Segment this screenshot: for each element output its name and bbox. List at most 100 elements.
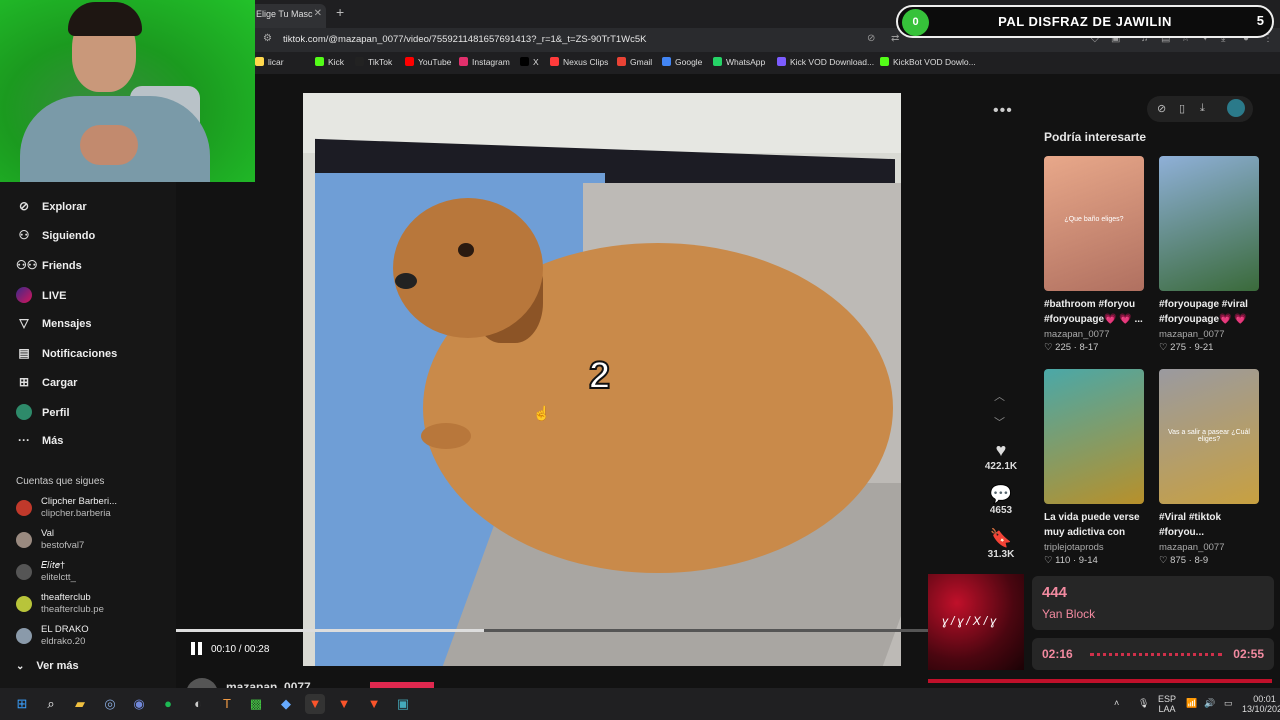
song-redline bbox=[928, 679, 1272, 683]
live-icon bbox=[16, 286, 32, 303]
recommend-stats: ♡ 875 · 8-9 bbox=[1159, 555, 1209, 566]
site-info-icon[interactable]: ⚙ bbox=[263, 33, 272, 44]
recommend-description[interactable]: #bathroom #foryou #foryoupage💗 💗 ... bbox=[1044, 297, 1144, 327]
recommend-card[interactable]: La vida puede verse muy adictiva con el.… bbox=[1044, 369, 1144, 566]
recommend-card[interactable]: ¿Que baño eliges? #bathroom #foryou #fory… bbox=[1044, 156, 1144, 353]
xbox-icon[interactable]: ▩ bbox=[246, 694, 266, 714]
account-avatar bbox=[16, 532, 32, 548]
battery-icon[interactable]: ▭ bbox=[1224, 698, 1233, 708]
bookmark-item[interactable]: Gmail bbox=[617, 57, 652, 67]
recommend-thumbnail[interactable] bbox=[1159, 156, 1259, 291]
app-icon[interactable]: ◐ bbox=[188, 694, 208, 714]
sidebar-item-siguiendo[interactable]: ⚇ Siguiendo bbox=[16, 228, 96, 250]
volume-icon[interactable]: 🔊 bbox=[1204, 698, 1215, 708]
recommend-author[interactable]: mazapan_0077 bbox=[1159, 329, 1259, 340]
user-follow-icon: ⚇ bbox=[18, 228, 30, 243]
bookmark-item[interactable]: Kick bbox=[315, 57, 344, 67]
bookmark-item[interactable]: Instagram bbox=[459, 57, 510, 67]
recommend-card[interactable]: #foryoupage #viral #foryoupage💗 💗 mazapan… bbox=[1159, 156, 1259, 353]
account-handle: elitelctt_ bbox=[41, 572, 76, 583]
sidebar-item-label: Explorar bbox=[42, 201, 87, 213]
recommend-author[interactable]: mazapan_0077 bbox=[1159, 542, 1259, 553]
pause-icon[interactable] bbox=[191, 642, 203, 655]
app-icon-2[interactable]: ▣ bbox=[393, 694, 413, 714]
prev-video-icon[interactable]: ︿ bbox=[994, 388, 1005, 404]
sidebar-item-friends[interactable]: ⚇⚇ Friends bbox=[16, 258, 82, 280]
sidebar-item-explorar[interactable]: ⊘ Explorar bbox=[16, 199, 87, 221]
next-video-icon[interactable]: ﹀ bbox=[994, 414, 1005, 430]
bookmark-item[interactable]: X bbox=[520, 57, 539, 67]
chrome-icon[interactable]: ◎ bbox=[100, 694, 120, 714]
search-icon[interactable]: ⌕ bbox=[41, 694, 61, 714]
comment-icon[interactable]: 💬 bbox=[975, 484, 1027, 505]
heart-icon[interactable]: ♥ bbox=[975, 440, 1027, 461]
song-title: 444 bbox=[1042, 584, 1068, 601]
user-avatar-icon[interactable] bbox=[1227, 99, 1245, 117]
sidebar-item-cargar[interactable]: ⊞ Cargar bbox=[16, 374, 78, 397]
bookmark-item[interactable]: WhatsApp bbox=[713, 57, 765, 67]
brave-icon-3[interactable]: ▼ bbox=[364, 694, 384, 714]
windows-start-icon[interactable]: ⊞ bbox=[12, 694, 32, 714]
sidebar-item-live[interactable]: LIVE bbox=[16, 286, 66, 309]
recommend-card[interactable]: Vas a salir a pasear ¿Cuál eliges? #Viral… bbox=[1159, 369, 1259, 566]
file-explorer-icon[interactable]: ▰ bbox=[70, 694, 90, 714]
download-small-icon[interactable]: ⤓ bbox=[1200, 102, 1205, 115]
close-tab-icon[interactable]: ✕ bbox=[314, 4, 322, 24]
video-progress-bar[interactable] bbox=[176, 629, 928, 632]
bookmark-item[interactable]: YouTube bbox=[405, 57, 451, 67]
recommend-description[interactable]: #foryoupage #viral #foryoupage💗 💗 bbox=[1159, 297, 1259, 327]
brave-browser-icon[interactable]: ▼ bbox=[305, 694, 325, 714]
new-tab-icon[interactable]: + bbox=[336, 4, 344, 20]
like-action[interactable]: ♥ 422.1K bbox=[975, 440, 1027, 472]
bookmark-item[interactable]: Google bbox=[662, 57, 702, 67]
discord-icon[interactable]: ◉ bbox=[129, 694, 149, 714]
video-player[interactable]: 2 bbox=[303, 93, 901, 666]
sidebar-item-perfil[interactable]: Perfil bbox=[16, 404, 70, 426]
recommend-thumbnail[interactable]: ¿Que baño eliges? bbox=[1044, 156, 1144, 291]
bookmark-item[interactable]: Nexus Clips bbox=[550, 57, 608, 67]
sidebar-item-label: Cargar bbox=[42, 376, 78, 389]
save-action[interactable]: 🔖 31.3K bbox=[975, 528, 1027, 560]
bookmark-item[interactable]: licar bbox=[255, 57, 284, 67]
bookmark-item[interactable]: KickBot VOD Dowlo... bbox=[880, 57, 976, 67]
sidebar-item-notificaciones[interactable]: ▤ Notificaciones bbox=[16, 346, 117, 368]
saves-count: 31.3K bbox=[987, 549, 1015, 560]
bookmark-icon[interactable]: 🔖 bbox=[975, 528, 1027, 549]
recommend-author[interactable]: mazapan_0077 bbox=[1044, 329, 1144, 340]
sidebar-item-ms[interactable]: ··· Más bbox=[16, 433, 63, 455]
dog-eye bbox=[458, 243, 474, 257]
language-indicator[interactable]: ESP LAA bbox=[1158, 694, 1176, 714]
recommend-thumbnail[interactable] bbox=[1044, 369, 1144, 504]
compass-small-icon[interactable]: ⊘ bbox=[1157, 102, 1166, 115]
bookmark-item[interactable]: TikTok bbox=[355, 57, 392, 67]
phone-icon[interactable]: ▯ bbox=[1179, 102, 1185, 115]
bookmark-favicon-icon bbox=[315, 57, 324, 66]
recommend-description[interactable]: La vida puede verse muy adictiva con el.… bbox=[1044, 510, 1144, 540]
bookmark-favicon-icon bbox=[520, 57, 529, 66]
vpn-icon[interactable]: ◆ bbox=[276, 694, 296, 714]
sidebar-item-mensajes[interactable]: ▽ Mensajes bbox=[16, 316, 91, 338]
brave-icon-2[interactable]: ▼ bbox=[334, 694, 354, 714]
webcam-hand bbox=[80, 125, 138, 165]
tf-app-icon[interactable]: T bbox=[217, 694, 237, 714]
dog-head bbox=[393, 198, 543, 338]
ver-mas-link[interactable]: ⌄ Ver más bbox=[16, 660, 79, 672]
recommend-title: Podría interesarte bbox=[1044, 130, 1147, 144]
recommend-description[interactable]: #Viral #tiktok #foryou... bbox=[1159, 510, 1259, 540]
comment-action[interactable]: 💬 4653 bbox=[975, 484, 1027, 516]
more-options-icon[interactable]: ••• bbox=[993, 102, 1013, 120]
bookmark-item[interactable]: Kick VOD Download... bbox=[777, 57, 874, 67]
mic-icon[interactable]: 🎙 bbox=[1138, 698, 1149, 708]
recommend-thumbnail[interactable]: Vas a salir a pasear ¿Cuál eliges? bbox=[1159, 369, 1259, 504]
spotify-icon[interactable]: ● bbox=[158, 694, 178, 714]
mute-icon[interactable]: ⊘ bbox=[867, 33, 875, 44]
tray-chevron-icon[interactable]: ˄ bbox=[1114, 698, 1119, 708]
wifi-icon[interactable]: 📶 bbox=[1186, 698, 1197, 708]
upload-icon: ⊞ bbox=[18, 374, 30, 389]
clock[interactable]: 00:01 13/10/2025 bbox=[1242, 694, 1280, 714]
browser-tab[interactable]: Elige Tu Masc ✕ bbox=[250, 4, 326, 28]
recommend-author[interactable]: triplejotaprods bbox=[1044, 542, 1144, 553]
url-text[interactable]: tiktok.com/@mazapan_0077/video/755921148… bbox=[283, 34, 647, 45]
translate-icon[interactable]: ⇄ bbox=[891, 33, 899, 44]
account-name: Clipcher Barberi... bbox=[41, 496, 118, 507]
